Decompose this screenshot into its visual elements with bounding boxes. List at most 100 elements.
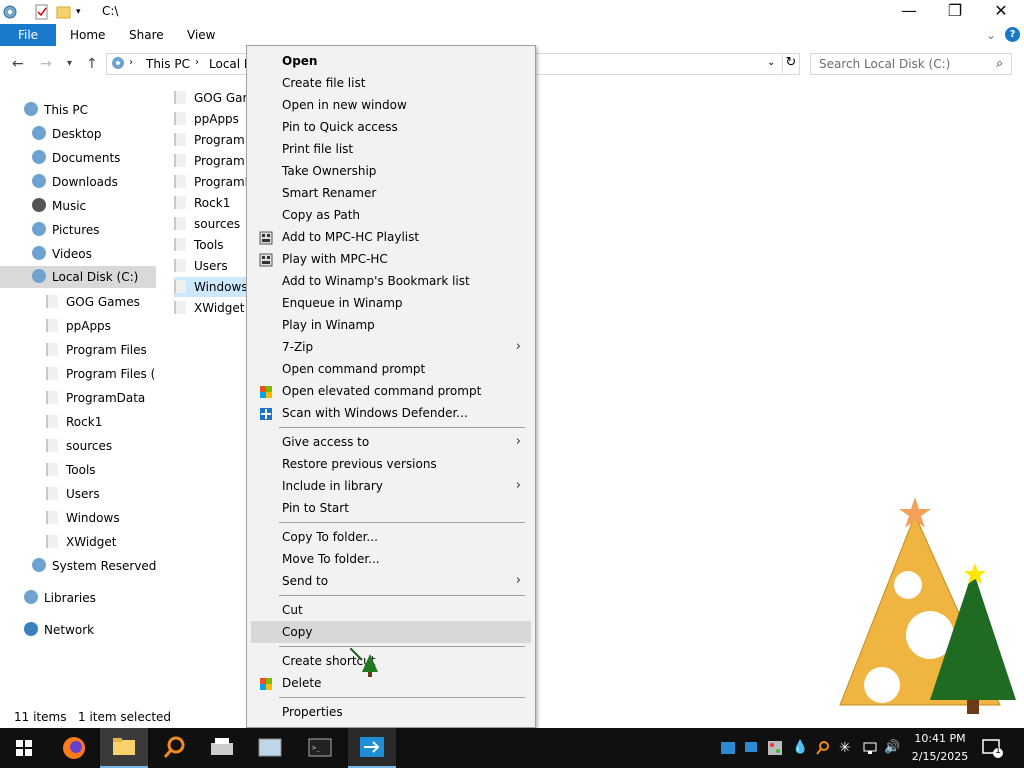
nav-folder[interactable]: Rock1 xyxy=(46,411,102,433)
menu-item-take-ownership[interactable]: Take Ownership xyxy=(251,160,531,182)
properties-icon[interactable] xyxy=(34,4,50,20)
tab-view[interactable]: View xyxy=(187,24,215,46)
menu-item-play-winamp[interactable]: Play in Winamp xyxy=(251,314,531,336)
file-row[interactable]: Program xyxy=(174,130,250,150)
tab-file[interactable]: File xyxy=(0,24,56,46)
nav-pictures[interactable]: Pictures xyxy=(32,219,100,241)
expand-ribbon-button[interactable]: ⌄ xyxy=(986,24,996,46)
nav-folder[interactable]: Tools xyxy=(46,459,96,481)
file-row[interactable]: Tools xyxy=(174,235,250,255)
menu-item-restore-versions[interactable]: Restore previous versions xyxy=(251,453,531,475)
menu-item-open-cmd[interactable]: Open command prompt xyxy=(251,358,531,380)
start-button[interactable] xyxy=(0,728,48,768)
breadcrumb-this-pc[interactable]: This PC xyxy=(146,57,190,71)
nav-downloads[interactable]: Downloads xyxy=(32,171,118,193)
menu-item-create-shortcut[interactable]: Create shortcut xyxy=(251,650,531,672)
nav-folder[interactable]: ProgramData xyxy=(46,387,145,409)
printer-app-icon[interactable] xyxy=(198,728,246,768)
search-tray-icon[interactable] xyxy=(815,740,831,756)
water-drop-icon[interactable]: 💧 xyxy=(792,740,808,756)
menu-item-smart-renamer[interactable]: Smart Renamer xyxy=(251,182,531,204)
file-row-selected[interactable]: Windows xyxy=(174,277,250,297)
nav-folder[interactable]: Program Files xyxy=(46,339,147,361)
nav-network[interactable]: Network xyxy=(24,619,94,641)
palette-tray-icon[interactable] xyxy=(767,740,783,756)
nav-local-disk[interactable]: Local Disk (C:) xyxy=(0,266,156,288)
nav-folder[interactable]: GOG Games xyxy=(46,291,140,313)
file-row[interactable]: Users xyxy=(174,256,250,276)
menu-item-pin-start[interactable]: Pin to Start xyxy=(251,497,531,519)
network-tray-icon[interactable] xyxy=(862,740,878,756)
nav-libraries[interactable]: Libraries xyxy=(24,587,96,609)
menu-item-cut[interactable]: Cut xyxy=(251,599,531,621)
search-input[interactable]: Search Local Disk (C:) ⌕ xyxy=(810,53,1012,75)
menu-item-winamp-bookmark[interactable]: Add to Winamp's Bookmark list xyxy=(251,270,531,292)
menu-item-copy-as-path[interactable]: Copy as Path xyxy=(251,204,531,226)
file-row[interactable]: ProgramD xyxy=(174,172,250,192)
file-row[interactable]: XWidget xyxy=(174,298,250,318)
menu-item-print-file-list[interactable]: Print file list xyxy=(251,138,531,160)
nav-folder[interactable]: ppApps xyxy=(46,315,111,337)
forward-button[interactable]: → xyxy=(40,56,52,72)
volume-icon[interactable]: 🔊 xyxy=(884,740,900,756)
menu-item-open-elevated-cmd[interactable]: Open elevated command prompt xyxy=(251,380,531,402)
menu-item-open-new-window[interactable]: Open in new window xyxy=(251,94,531,116)
menu-item-give-access[interactable]: Give access to › xyxy=(251,431,531,453)
menu-item-add-mpc-playlist[interactable]: Add to MPC-HC Playlist xyxy=(251,226,531,248)
file-row[interactable]: ppApps xyxy=(174,109,250,129)
control-panel-icon[interactable] xyxy=(246,728,294,768)
file-row[interactable]: Rock1 xyxy=(174,193,250,213)
nav-documents[interactable]: Documents xyxy=(32,147,120,169)
menu-item-copy-to-folder[interactable]: Copy To folder... xyxy=(251,526,531,548)
recent-locations-button[interactable]: ▾ xyxy=(67,58,72,69)
display-tray-icon[interactable] xyxy=(744,740,758,756)
search-app-icon[interactable] xyxy=(150,728,198,768)
new-folder-icon[interactable] xyxy=(56,4,72,20)
nav-this-pc[interactable]: This PC xyxy=(24,99,88,121)
menu-item-create-file-list[interactable]: Create file list xyxy=(251,72,531,94)
customize-qat-icon[interactable]: ▾ xyxy=(76,4,92,20)
explorer-app-icon[interactable] xyxy=(2,4,18,20)
menu-item-include-library[interactable]: Include in library › xyxy=(251,475,531,497)
file-row[interactable]: GOG Gam xyxy=(174,88,250,108)
nav-desktop[interactable]: Desktop xyxy=(32,123,102,145)
menu-item-properties[interactable]: Properties xyxy=(251,701,531,723)
file-explorer-icon[interactable] xyxy=(100,728,148,768)
menu-item-play-mpc[interactable]: Play with MPC-HC xyxy=(251,248,531,270)
menu-item-move-to-folder[interactable]: Move To folder... xyxy=(251,548,531,570)
nav-folder[interactable]: Users xyxy=(46,483,100,505)
menu-item-send-to[interactable]: Send to › xyxy=(251,570,531,592)
back-button[interactable]: ← xyxy=(12,56,24,72)
nav-folder[interactable]: Windows xyxy=(46,507,120,529)
menu-item-7zip[interactable]: 7-Zip › xyxy=(251,336,531,358)
remote-app-icon[interactable] xyxy=(348,728,396,768)
minimize-button[interactable]: — xyxy=(886,0,932,24)
maximize-button[interactable]: ❐ xyxy=(932,0,978,24)
terminal-icon[interactable]: >_ xyxy=(296,728,344,768)
menu-item-enqueue-winamp[interactable]: Enqueue in Winamp xyxy=(251,292,531,314)
sync-tray-icon[interactable] xyxy=(720,740,736,756)
file-row[interactable]: Program xyxy=(174,151,250,171)
menu-item-pin-quick-access[interactable]: Pin to Quick access xyxy=(251,116,531,138)
up-button[interactable]: ↑ xyxy=(86,56,98,72)
help-button[interactable]: ? xyxy=(1005,27,1020,42)
menu-item-delete[interactable]: Delete xyxy=(251,672,531,694)
tab-share[interactable]: Share xyxy=(129,24,164,46)
refresh-icon[interactable]: ↻ xyxy=(782,55,799,73)
address-history-dropdown[interactable]: ⌄ xyxy=(767,57,775,68)
close-button[interactable]: ✕ xyxy=(978,0,1024,24)
action-center-button[interactable]: 1 xyxy=(980,736,1004,760)
tab-home[interactable]: Home xyxy=(70,24,105,46)
snowflake-icon[interactable]: ✳ xyxy=(839,740,851,756)
file-row[interactable]: sources xyxy=(174,214,250,234)
menu-item-scan-defender[interactable]: Scan with Windows Defender... xyxy=(251,402,531,424)
nav-folder[interactable]: Program Files (x86 xyxy=(46,363,156,385)
nav-folder[interactable]: sources xyxy=(46,435,112,457)
nav-folder[interactable]: XWidget xyxy=(46,531,116,553)
nav-music[interactable]: Music xyxy=(32,195,86,217)
nav-videos[interactable]: Videos xyxy=(32,243,92,265)
firefox-icon[interactable] xyxy=(50,728,98,768)
nav-system-reserved[interactable]: System Reserved (E: xyxy=(32,555,156,577)
clock[interactable]: 10:41 PM 2/15/2025 xyxy=(905,730,975,766)
menu-item-open[interactable]: Open xyxy=(251,50,531,72)
